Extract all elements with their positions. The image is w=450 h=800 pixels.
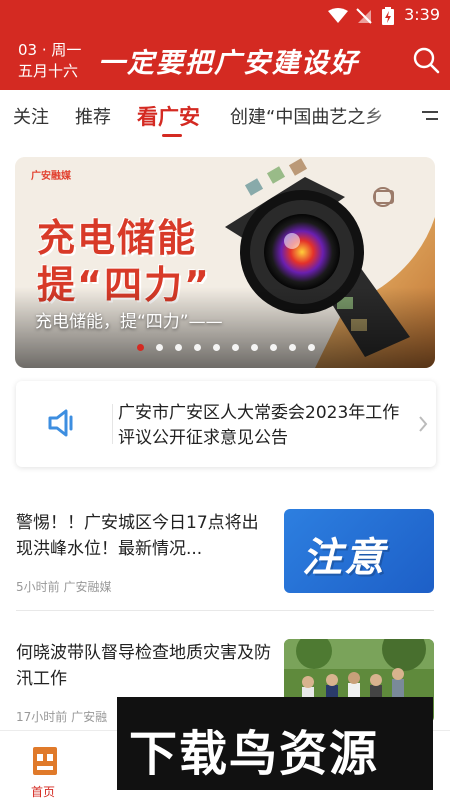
- speaker-icon: [48, 409, 73, 437]
- app-header: 3:39 03 · 周一 五月十六 一定要把广安建设好: [0, 0, 450, 90]
- carousel-dot[interactable]: [270, 344, 277, 351]
- carousel-dot[interactable]: [289, 344, 296, 351]
- news-meta: 5小时前 广安融媒: [16, 580, 112, 594]
- banner-caption: 充电储能，提“四力”——: [35, 312, 223, 332]
- status-time: 3:39: [404, 5, 440, 24]
- news-meta: 17小时前 广安融: [16, 710, 108, 724]
- header-slogan: 一定要把广安建设好: [98, 48, 359, 79]
- signal-off-icon: [356, 8, 372, 24]
- home-tab-icon: [33, 747, 57, 775]
- news-title: 警惕！！广安城区今日17点将出现洪峰水位！最新情况...: [16, 513, 259, 559]
- watermark-text: 下载鸟资源: [129, 726, 380, 782]
- date-line-weekday: 03 · 周一: [18, 41, 82, 59]
- search-icon[interactable]: [412, 46, 440, 74]
- notice-text: 广安市广安区人大常委会2023年工作评议公开征求意见公告: [118, 403, 400, 448]
- tabs-fade: [360, 90, 420, 142]
- nav-home-label: 首页: [31, 785, 56, 799]
- notice-card[interactable]: 广安市广安区人大常委会2023年工作评议公开征求意见公告: [16, 381, 436, 467]
- tab-tuijian[interactable]: 推荐: [75, 103, 111, 129]
- status-bar: 3:39: [0, 0, 450, 32]
- carousel-banner[interactable]: 广安融媒 充电储能 提“四力” 充电储能，提“四力”——: [15, 157, 435, 368]
- channel-tabs: 关注 推荐 看广安 创建“中国曲艺之乡: [0, 90, 450, 142]
- notice-divider: [112, 404, 113, 444]
- tab-kan-guangan[interactable]: 看广安: [137, 101, 200, 131]
- carousel-dot[interactable]: [175, 344, 182, 351]
- date-line-lunar: 五月十六: [18, 62, 79, 80]
- wifi-icon: [328, 8, 348, 23]
- carousel-dot[interactable]: [308, 344, 315, 351]
- watermark-overlay: 下载鸟资源: [117, 697, 433, 790]
- carousel-dot[interactable]: [156, 344, 163, 351]
- carousel-dot[interactable]: [251, 344, 258, 351]
- thumbnail-caption: 注意: [302, 535, 386, 581]
- carousel-dot[interactable]: [137, 344, 144, 351]
- news-title: 何晓波带队督导检查地质灾害及防汛工作: [16, 643, 271, 689]
- news-item[interactable]: 警惕！！广安城区今日17点将出现洪峰水位！最新情况... 5小时前 广安融媒 注…: [16, 508, 436, 600]
- carousel-dot[interactable]: [232, 344, 239, 351]
- channel-menu-icon[interactable]: [420, 108, 438, 124]
- banner-logo: 广安融媒: [31, 171, 71, 182]
- battery-icon: [382, 7, 394, 25]
- active-tab-indicator: [162, 134, 182, 137]
- tab-guanzhu[interactable]: 关注: [13, 103, 49, 129]
- carousel-dot[interactable]: [194, 344, 201, 351]
- carousel-dot[interactable]: [213, 344, 220, 351]
- app-screen: 3:39 03 · 周一 五月十六 一定要把广安建设好 关注 推荐 看广安 创建…: [0, 0, 450, 800]
- nav-home[interactable]: 首页: [25, 741, 65, 799]
- news-thumbnail: 注意: [284, 509, 434, 593]
- chevron-right-icon: [419, 416, 428, 432]
- news-divider: [16, 610, 434, 611]
- header-date: 03 · 周一 五月十六: [18, 40, 81, 82]
